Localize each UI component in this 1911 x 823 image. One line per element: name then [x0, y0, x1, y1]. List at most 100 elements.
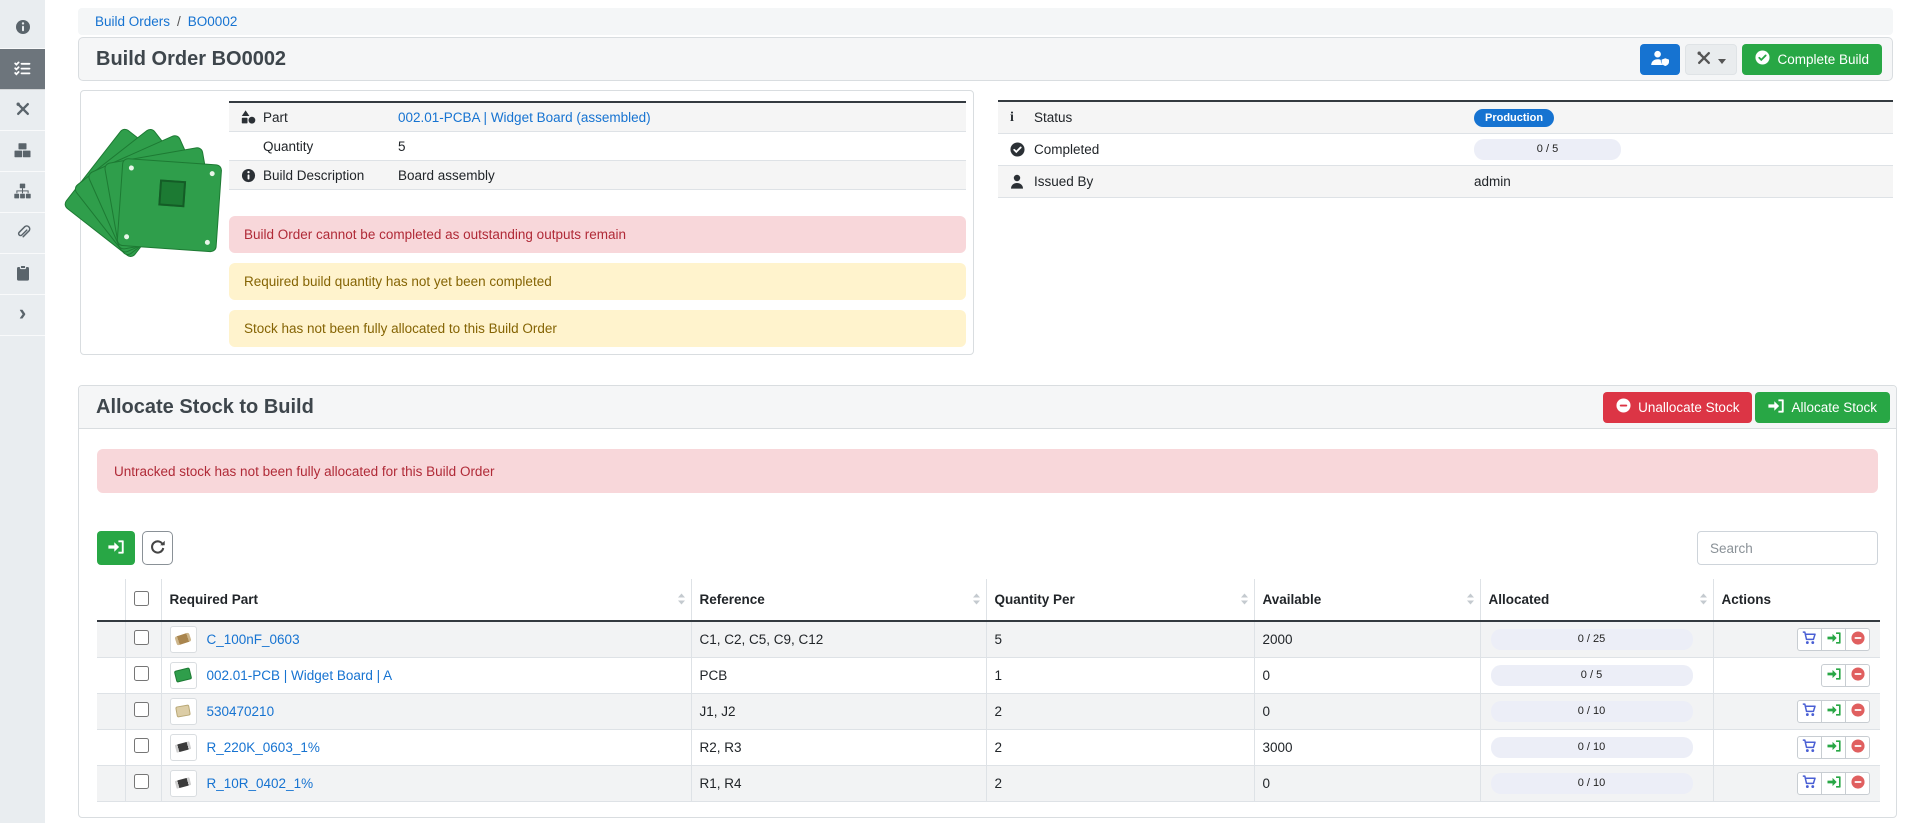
- row-checkbox[interactable]: [134, 702, 149, 717]
- cell-blank: [97, 693, 125, 729]
- sidebar-item-outputs[interactable]: [0, 131, 45, 172]
- admin-options-button[interactable]: [1640, 44, 1680, 75]
- part-thumbnail: [170, 734, 197, 761]
- completed-row: Completed 0 / 5: [998, 134, 1893, 166]
- row-checkbox[interactable]: [134, 774, 149, 789]
- unallocate-stock-button[interactable]: [1845, 736, 1870, 759]
- table-row: 530470210J1, J2200 / 10: [97, 693, 1880, 729]
- sidebar-item-tools[interactable]: [0, 90, 45, 131]
- cell-actions: [1713, 765, 1880, 801]
- info-circle-icon: [15, 19, 31, 38]
- header-quantity-per[interactable]: Quantity Per: [986, 579, 1254, 621]
- cell-blank: [97, 657, 125, 693]
- part-link[interactable]: 002.01-PCB | Widget Board | A: [207, 668, 393, 683]
- table-row: R_220K_0603_1%R2, R3230000 / 10: [97, 729, 1880, 765]
- minus-circle-icon: [1851, 775, 1865, 792]
- search-input[interactable]: [1697, 531, 1878, 565]
- sort-icon: [1700, 592, 1707, 607]
- allocation-progress: 0 / 10: [1491, 701, 1693, 722]
- build-details-card: Part 002.01-PCBA | Widget Board (assembl…: [80, 90, 974, 355]
- cell-reference: C1, C2, C5, C9, C12: [691, 621, 986, 657]
- allocate-stock-button[interactable]: Allocate Stock: [1755, 392, 1890, 423]
- cell-available: 3000: [1254, 729, 1480, 765]
- issued-by-row: Issued By admin: [998, 166, 1893, 198]
- unallocate-stock-button[interactable]: [1845, 628, 1870, 651]
- part-link[interactable]: R_220K_0603_1%: [207, 740, 320, 755]
- sort-icon: [1467, 592, 1474, 607]
- cell-reference: R1, R4: [691, 765, 986, 801]
- cell-actions: [1713, 729, 1880, 765]
- sign-in-icon: [108, 540, 124, 557]
- order-stock-button[interactable]: [1797, 772, 1822, 795]
- header-allocated[interactable]: Allocated: [1480, 579, 1713, 621]
- part-link[interactable]: C_100nF_0603: [207, 632, 300, 647]
- unallocate-stock-button[interactable]: [1845, 700, 1870, 723]
- select-all-checkbox[interactable]: [134, 591, 149, 606]
- sidebar-item-details[interactable]: [0, 8, 45, 49]
- completed-progress: 0 / 5: [1474, 139, 1621, 160]
- cell-available: 0: [1254, 693, 1480, 729]
- header-reference[interactable]: Reference: [691, 579, 986, 621]
- sidebar-collapse[interactable]: ›: [0, 295, 45, 336]
- row-checkbox[interactable]: [134, 738, 149, 753]
- header-available[interactable]: Available: [1254, 579, 1480, 621]
- allocation-progress: 0 / 10: [1491, 773, 1693, 794]
- required-parts-table-body: C_100nF_0603C1, C2, C5, C9, C12520000 / …: [97, 621, 1880, 801]
- breadcrumb: Build Orders / BO0002: [78, 8, 1893, 35]
- refresh-button[interactable]: [142, 531, 173, 565]
- order-stock-button[interactable]: [1797, 700, 1822, 723]
- cell-required-part: R_220K_0603_1%: [161, 729, 691, 765]
- breadcrumb-link-build-orders[interactable]: Build Orders: [95, 14, 170, 29]
- completed-label: Completed: [1034, 142, 1474, 157]
- row-checkbox[interactable]: [134, 666, 149, 681]
- cell-quantity-per: 2: [986, 729, 1254, 765]
- info-circle-icon: [241, 168, 263, 183]
- build-status-table: i Status Production Completed 0 / 5 Issu…: [998, 100, 1893, 198]
- allocate-stock-button[interactable]: [1821, 772, 1846, 795]
- check-circle-icon: [1755, 50, 1770, 68]
- boxes-icon: [14, 142, 31, 161]
- unallocate-stock-button[interactable]: Unallocate Stock: [1603, 392, 1752, 423]
- order-stock-button[interactable]: [1797, 628, 1822, 651]
- alert-outstanding-outputs: Build Order cannot be completed as outst…: [229, 216, 966, 253]
- minus-circle-icon: [1851, 667, 1865, 684]
- sign-in-icon: [1827, 632, 1841, 647]
- allocate-stock-button[interactable]: [1821, 628, 1846, 651]
- table-row: C_100nF_0603C1, C2, C5, C9, C12520000 / …: [97, 621, 1880, 657]
- sidebar-item-notes[interactable]: [0, 254, 45, 295]
- allocate-stock-button[interactable]: [1821, 736, 1846, 759]
- part-link[interactable]: 530470210: [207, 704, 275, 719]
- part-link[interactable]: 002.01-PCBA | Widget Board (assembled): [398, 110, 651, 125]
- unallocate-label: Unallocate Stock: [1638, 400, 1739, 415]
- unallocate-stock-button[interactable]: [1845, 772, 1870, 795]
- tools-icon: [1696, 50, 1712, 69]
- detail-label: Quantity: [263, 139, 398, 154]
- sign-in-icon: [1827, 668, 1841, 683]
- sidebar-item-attachments[interactable]: [0, 213, 45, 254]
- paperclip-icon: [15, 224, 31, 243]
- part-link[interactable]: R_10R_0402_1%: [207, 776, 314, 791]
- row-checkbox[interactable]: [134, 630, 149, 645]
- detail-value: Board assembly: [398, 168, 966, 183]
- breadcrumb-link-bo0002[interactable]: BO0002: [188, 14, 238, 29]
- allocate-stock-button[interactable]: [1821, 664, 1846, 687]
- cell-reference: PCB: [691, 657, 986, 693]
- sort-icon: [1241, 592, 1248, 607]
- order-stock-button[interactable]: [1797, 736, 1822, 759]
- header-required-part[interactable]: Required Part: [161, 579, 691, 621]
- cart-icon: [1802, 631, 1817, 648]
- sidebar-item-allocate[interactable]: [0, 49, 45, 90]
- sign-in-icon: [1827, 740, 1841, 755]
- unallocate-stock-button[interactable]: [1845, 664, 1870, 687]
- user-shield-icon: [1650, 50, 1670, 69]
- build-actions-dropdown[interactable]: [1685, 44, 1737, 75]
- info-icon: i: [1010, 110, 1034, 126]
- sidebar-item-children[interactable]: [0, 172, 45, 213]
- complete-build-button[interactable]: Complete Build: [1742, 44, 1882, 75]
- allocation-progress: 0 / 25: [1491, 629, 1693, 650]
- shapes-icon: [241, 110, 263, 124]
- sign-in-icon: [1768, 399, 1784, 416]
- allocate-stock-button[interactable]: [1821, 700, 1846, 723]
- cell-actions: [1713, 657, 1880, 693]
- auto-allocate-button[interactable]: [97, 531, 135, 565]
